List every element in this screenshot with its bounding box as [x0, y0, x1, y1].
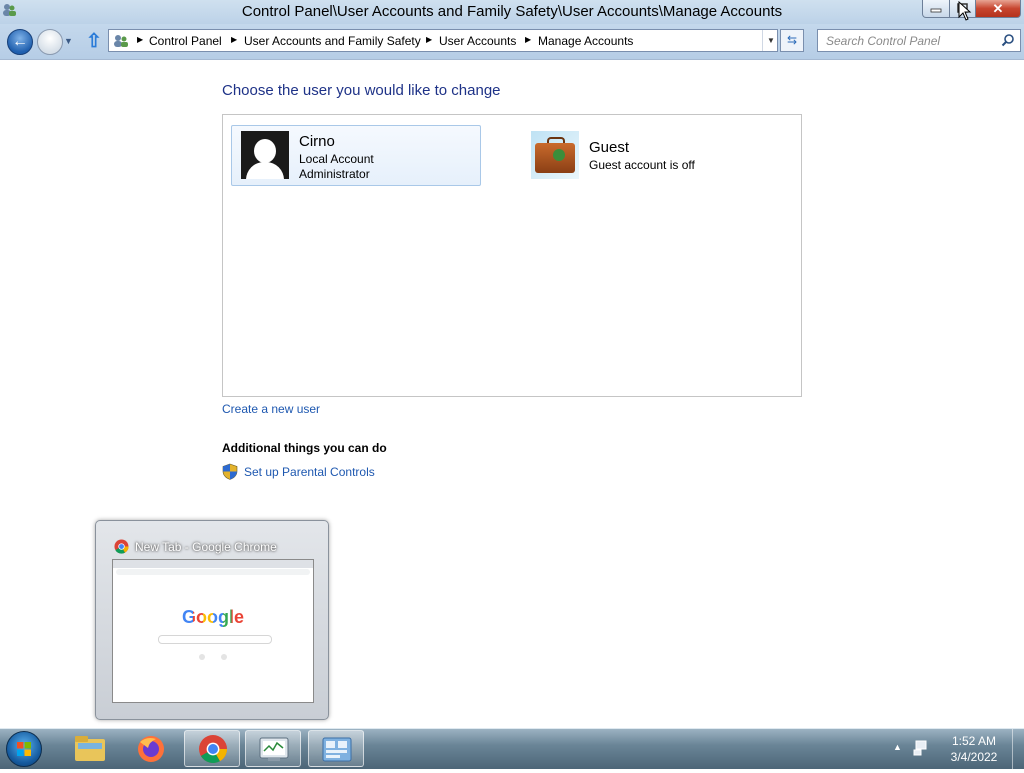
back-button[interactable]: ← [7, 29, 33, 55]
preview-omnibox [116, 569, 310, 575]
search-box[interactable]: Search Control Panel [817, 29, 1021, 52]
back-arrow-icon: ← [12, 33, 28, 50]
additional-things-heading: Additional things you can do [222, 441, 387, 455]
user-accounts-panel: Cirno Local Account Administrator Guest … [222, 114, 802, 397]
chrome-icon [199, 735, 227, 763]
breadcrumb-user-accounts[interactable]: User Accounts [439, 34, 516, 48]
control-panel-icon [322, 737, 352, 762]
address-dropdown-button[interactable]: ▼ [762, 30, 779, 51]
up-arrow-icon[interactable]: ⇧ [86, 30, 102, 53]
windows-logo-icon [17, 742, 31, 756]
breadcrumb-separator-icon[interactable]: ▶ [426, 35, 432, 44]
navigation-bar: ← ▼ ⇧ ▶ Control Panel ▶ User Accounts an… [0, 24, 1024, 59]
create-new-user-link[interactable]: Create a new user [222, 402, 320, 416]
taskbar-explorer-button[interactable] [62, 730, 118, 767]
minimize-icon [930, 8, 942, 13]
account-tile-guest[interactable]: Guest Guest account is off [529, 131, 779, 181]
parental-controls-link[interactable]: Set up Parental Controls [244, 465, 375, 479]
breadcrumb-separator-icon[interactable]: ▶ [525, 35, 531, 44]
taskbar: ▲ 1:52 AM 3/4/2022 [0, 728, 1024, 769]
thumbnail-window-preview[interactable]: Google [112, 559, 314, 703]
search-input[interactable]: Search Control Panel [826, 34, 940, 48]
forward-button[interactable] [37, 29, 63, 55]
preview-tab-strip [113, 560, 313, 568]
control-panel-icon [114, 35, 128, 47]
minimize-button[interactable] [922, 0, 950, 18]
page-title: Choose the user you would like to change [222, 82, 501, 99]
close-icon: ✕ [992, 1, 1004, 16]
preview-google-logo: Google [182, 607, 244, 627]
clock-time[interactable]: 1:52 AM [946, 734, 1002, 748]
search-icon[interactable] [1001, 33, 1015, 47]
taskbar-control-panel-button[interactable] [308, 730, 364, 767]
account-tile-cirno[interactable]: Cirno Local Account Administrator [231, 125, 481, 186]
user-avatar [241, 131, 289, 179]
breadcrumb-separator-icon[interactable]: ▶ [231, 35, 237, 44]
chrome-icon [114, 539, 129, 554]
window-title: Control Panel\User Accounts and Family S… [241, 3, 783, 20]
taskbar-firefox-button[interactable] [123, 730, 179, 767]
start-button[interactable] [6, 731, 42, 767]
taskbar-chrome-button[interactable] [184, 730, 240, 767]
breadcrumb-control-panel[interactable]: Control Panel [149, 34, 222, 48]
preview-shortcut [221, 654, 227, 660]
performance-monitor-icon [259, 737, 289, 761]
breadcrumb-manage-accounts[interactable]: Manage Accounts [538, 34, 633, 48]
preview-shortcut [199, 654, 205, 660]
thumbnail-title: New Tab - Google Chrome [135, 540, 277, 554]
guest-avatar [531, 131, 579, 179]
taskbar-performance-monitor-button[interactable] [245, 730, 301, 767]
account-status: Guest account is off [589, 158, 695, 172]
account-role: Administrator [299, 167, 370, 181]
account-name: Guest [589, 139, 630, 156]
uac-shield-icon [222, 463, 238, 480]
refresh-button[interactable]: ⇆ [780, 29, 804, 52]
show-hidden-icons-button[interactable]: ▲ [893, 742, 902, 752]
account-name: Cirno [299, 133, 335, 150]
clock-date[interactable]: 3/4/2022 [946, 750, 1002, 764]
mouse-cursor-icon [958, 1, 972, 21]
recent-pages-dropdown[interactable]: ▼ [64, 36, 73, 46]
title-bar[interactable]: Control Panel\User Accounts and Family S… [0, 0, 1024, 24]
folder-icon [75, 736, 105, 761]
refresh-icon: ⇆ [786, 33, 798, 47]
breadcrumb-user-accounts-family-safety[interactable]: User Accounts and Family Safety [244, 34, 421, 48]
breadcrumb-separator-icon[interactable]: ▶ [137, 35, 143, 44]
show-desktop-button[interactable] [1012, 729, 1024, 769]
address-bar[interactable]: ▶ Control Panel ▶ User Accounts and Fami… [108, 29, 778, 52]
nav-divider [0, 59, 1024, 60]
firefox-icon [138, 736, 164, 762]
close-button[interactable]: ✕ [975, 0, 1021, 18]
network-icon[interactable] [913, 739, 931, 757]
account-type: Local Account [299, 152, 374, 166]
preview-search-box [158, 635, 272, 644]
taskbar-thumbnail-preview[interactable]: New Tab - Google Chrome Google [95, 520, 329, 720]
